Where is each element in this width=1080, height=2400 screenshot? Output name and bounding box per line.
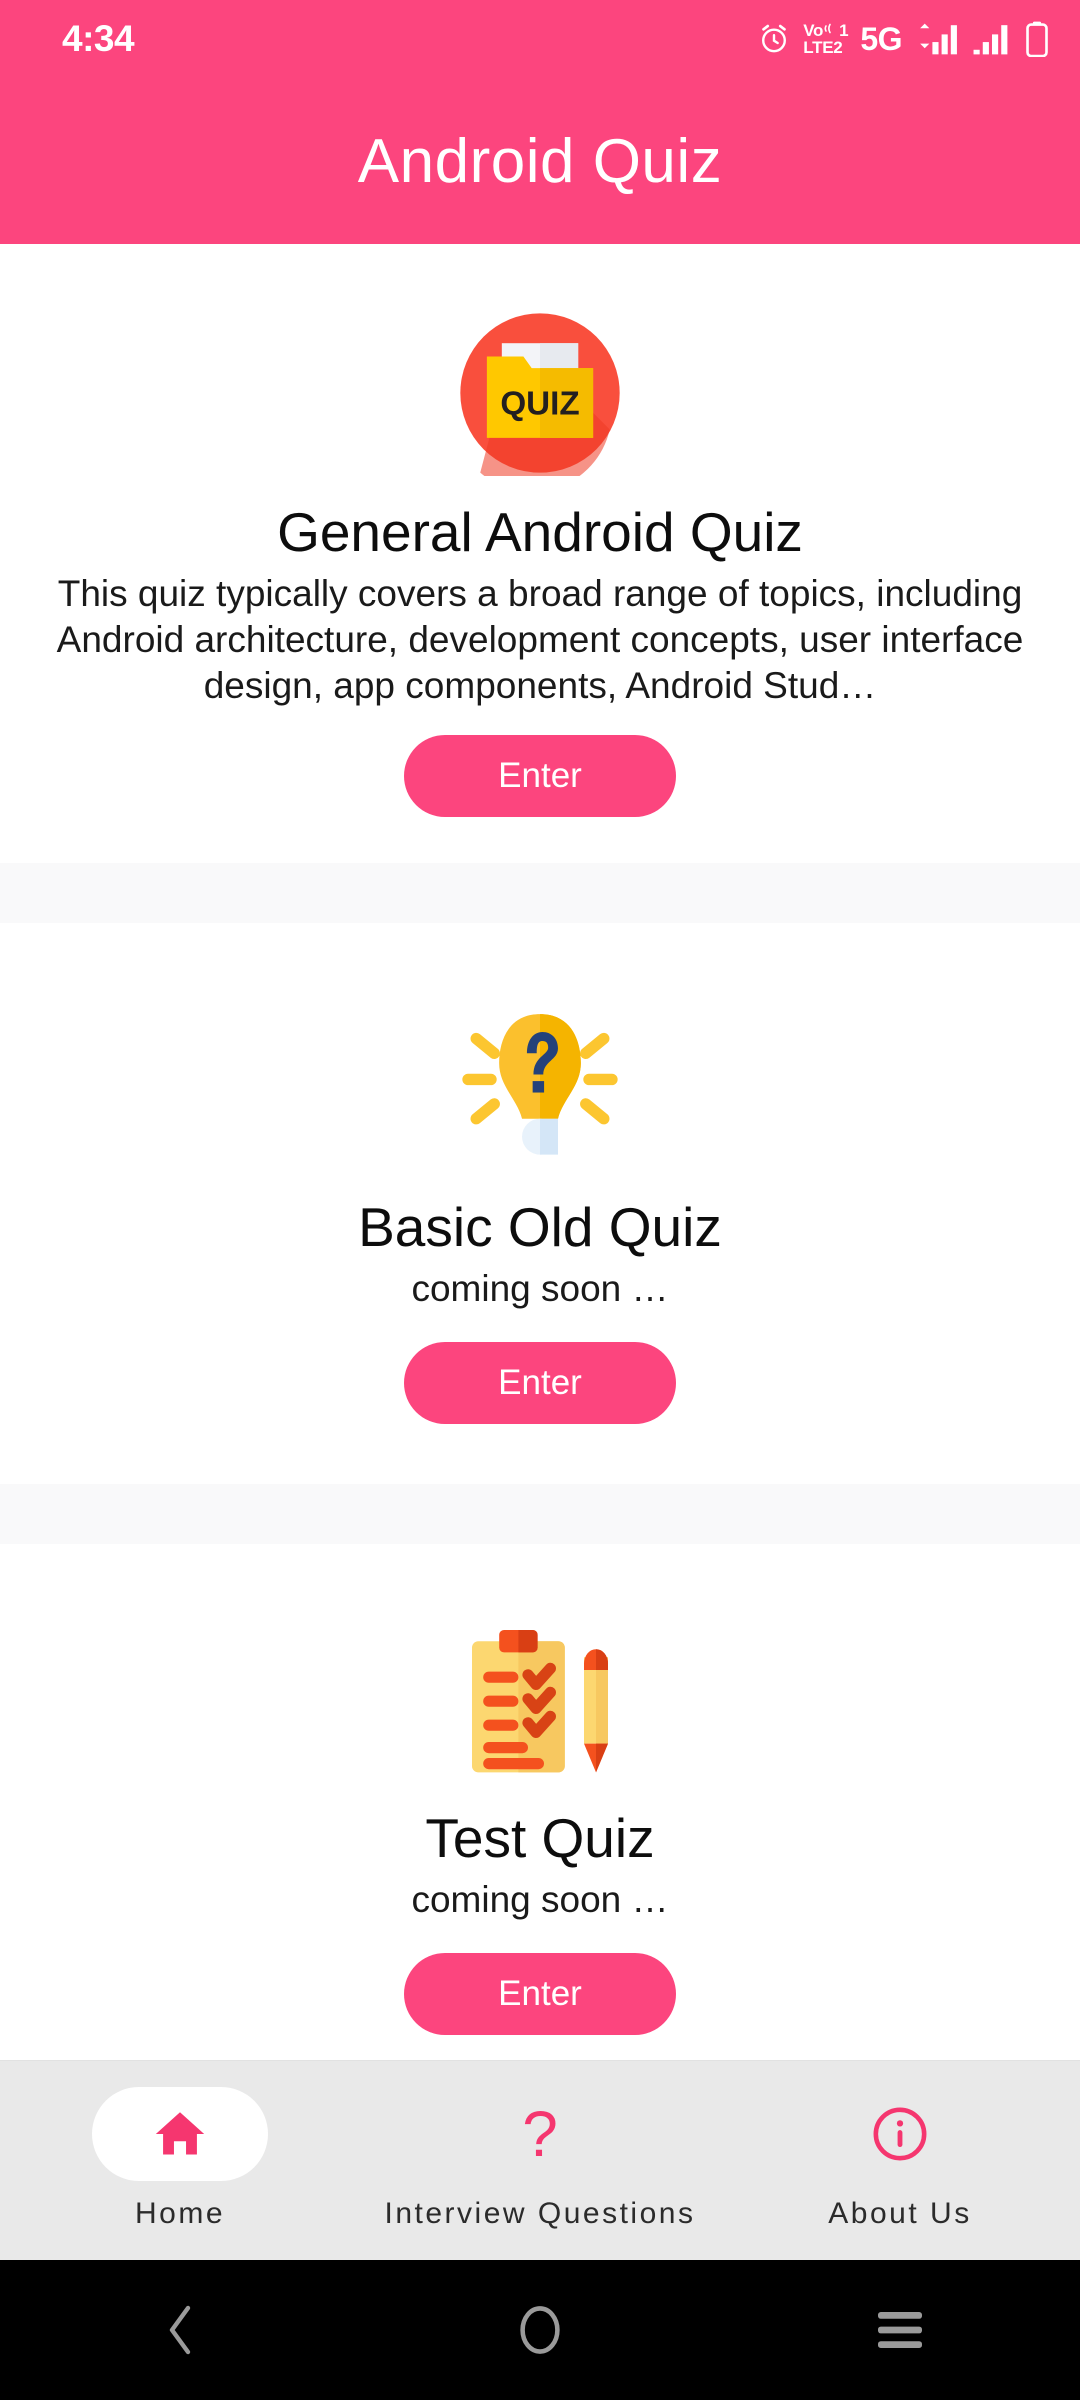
- system-recents-button[interactable]: [780, 2260, 1020, 2400]
- home-icon-pill: [92, 2087, 268, 2181]
- svg-text:QUIZ: QUIZ: [500, 386, 579, 423]
- app-title-bar: Android Quiz: [0, 78, 1080, 244]
- alarm-icon: [762, 24, 787, 53]
- nav-label-home: Home: [134, 2197, 226, 2230]
- status-bar-clock: 4:34: [62, 18, 135, 59]
- battery-icon: [1026, 21, 1048, 57]
- card-divider: [0, 1484, 1080, 1544]
- nav-item-interview-questions[interactable]: ? Interview Questions: [375, 2061, 705, 2231]
- volte-line-two: LTE: [803, 38, 834, 57]
- quiz-list[interactable]: QUIZ General Android Quiz This quiz typi…: [0, 244, 1080, 2060]
- home-circle-icon: [520, 2306, 560, 2354]
- info-circle-icon: [873, 2107, 927, 2161]
- signal-bars-sim1-icon: [920, 23, 957, 55]
- enter-button-basic-old[interactable]: Enter: [404, 1342, 676, 1424]
- nav-item-home[interactable]: Home: [15, 2061, 345, 2231]
- quiz-card-title: General Android Quiz: [277, 501, 803, 563]
- nav-item-about-us[interactable]: About Us: [735, 2061, 1065, 2231]
- volte-line-one: Vo: [803, 21, 824, 40]
- enter-button-test[interactable]: Enter: [404, 1952, 676, 2035]
- quiz-card-title: Basic Old Quiz: [358, 1196, 722, 1259]
- volte-icon: Vo 1 LTE 2: [803, 22, 848, 56]
- lightbulb-question-icon: [450, 1001, 630, 1171]
- volte-sim-two: 2: [833, 38, 843, 57]
- quiz-card-general-android[interactable]: QUIZ General Android Quiz This quiz typi…: [0, 244, 1080, 864]
- system-navigation-bar: [0, 2260, 1080, 2400]
- page-title: Android Quiz: [357, 126, 723, 196]
- nav-label-about-us: About Us: [828, 2197, 972, 2230]
- question-mark-icon: ?: [522, 2098, 558, 2170]
- app-bar: 4:34 Vo 1 LTE 2 5G Android Quiz: [0, 0, 1080, 244]
- bottom-navigation-bar: Home ? Interview Questions About Us: [0, 2060, 1080, 2260]
- back-chevron-icon: [169, 2305, 191, 2355]
- quiz-card-description: This quiz typically covers a broad range…: [56, 572, 1024, 707]
- quiz-card-title: Test Quiz: [425, 1807, 655, 1869]
- status-bar-icons: Vo 1 LTE 2 5G: [757, 21, 1050, 58]
- quiz-card-description: coming soon …: [411, 1267, 669, 1309]
- quiz-card-test[interactable]: Test Quiz coming soon … Enter: [0, 1544, 1080, 2035]
- system-home-button[interactable]: [420, 2260, 660, 2400]
- network-type-label: 5G: [860, 20, 902, 57]
- volte-sim-one: 1: [839, 21, 849, 40]
- quiz-card-basic-old[interactable]: Basic Old Quiz coming soon … Enter: [0, 923, 1080, 1484]
- clipboard-checklist-pencil-icon: [456, 1622, 624, 1782]
- enter-button-general-android[interactable]: Enter: [404, 735, 676, 818]
- home-icon: [155, 2112, 205, 2155]
- recents-menu-icon: [878, 2312, 922, 2348]
- quiz-card-description: coming soon …: [411, 1878, 669, 1920]
- info-circle-icon-wrap: [812, 2087, 988, 2181]
- card-divider: [0, 863, 1080, 924]
- question-mark-icon-wrap: ?: [452, 2087, 628, 2181]
- nav-label-interview-questions: Interview Questions: [384, 2197, 696, 2230]
- status-bar: 4:34 Vo 1 LTE 2 5G: [0, 0, 1080, 78]
- volte-wave-icon: [824, 23, 831, 34]
- phone-screen: 4:34 Vo 1 LTE 2 5G Android Quiz QUIZ Gen…: [0, 0, 1080, 2400]
- quiz-folder-icon: QUIZ: [457, 310, 623, 476]
- system-back-button[interactable]: [60, 2260, 300, 2400]
- signal-bars-sim2-icon: [973, 25, 1008, 55]
